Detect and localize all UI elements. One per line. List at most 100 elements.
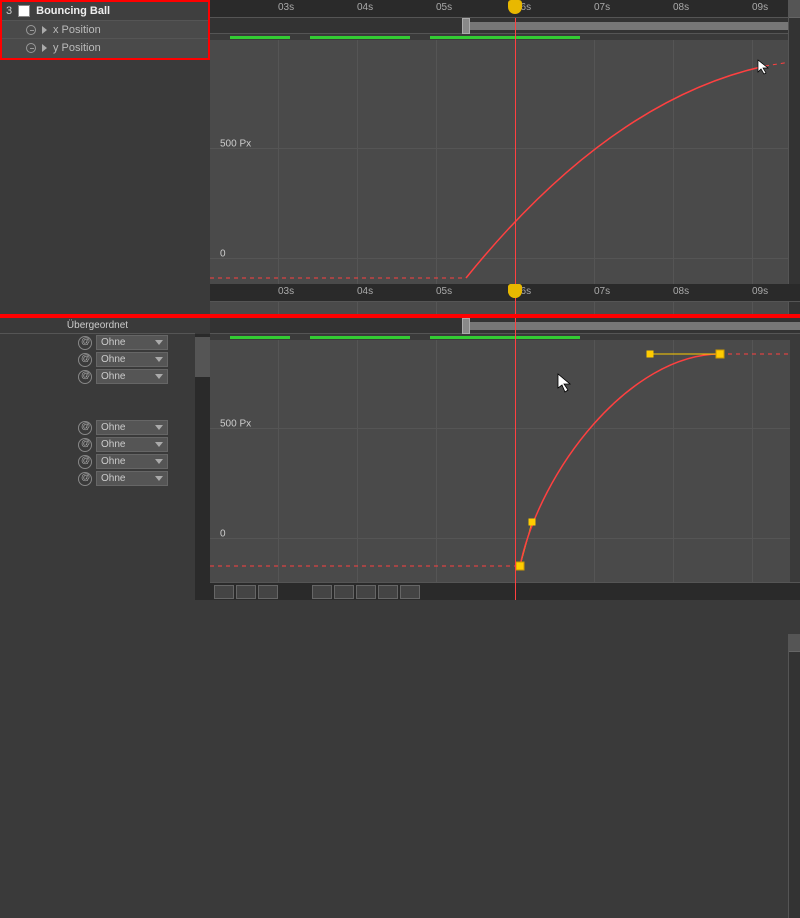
- time-ruler-bottom[interactable]: 03s 04s 05s 06s 07s 08s 09s: [210, 284, 788, 302]
- layer-name[interactable]: Bouncing Ball: [36, 5, 110, 17]
- cache-segment: [230, 36, 290, 39]
- cache-segment: [430, 336, 580, 339]
- dropdown-value: Ohne: [101, 473, 125, 484]
- bezier-handle[interactable]: [529, 519, 536, 526]
- property-label: x Position: [53, 24, 101, 36]
- toolbar-button[interactable]: [236, 585, 256, 599]
- parent-row: Ohne: [0, 368, 195, 385]
- cache-segment: [430, 36, 580, 39]
- work-area-span[interactable]: [470, 322, 800, 330]
- scrollbar-thumb[interactable]: [195, 337, 210, 377]
- right-gutter: [788, 0, 800, 316]
- chevron-down-icon: [155, 340, 163, 345]
- pickwhip-icon[interactable]: [78, 472, 92, 486]
- panel-divider-highlight: [0, 314, 800, 318]
- parent-dropdown[interactable]: Ohne: [96, 420, 168, 435]
- ruler-tick: 08s: [673, 286, 689, 297]
- property-row-x[interactable]: x Position: [2, 20, 208, 38]
- parent-dropdown[interactable]: Ohne: [96, 335, 168, 350]
- parent-row: Ohne: [0, 453, 195, 470]
- chevron-down-icon: [155, 442, 163, 447]
- dropdown-value: Ohne: [101, 354, 125, 365]
- cache-segment: [310, 36, 410, 39]
- ruler-tick: 09s: [752, 2, 768, 13]
- playhead-indicator[interactable]: [508, 0, 522, 14]
- ruler-tick: 08s: [673, 2, 689, 13]
- expand-arrow-icon[interactable]: [42, 26, 47, 34]
- parent-column: Übergeordnet Ohne Ohne Ohne Ohne Ohne Oh…: [0, 318, 195, 600]
- gutter-cap: [789, 0, 800, 18]
- ruler-tick: 05s: [436, 2, 452, 13]
- pickwhip-icon[interactable]: [78, 421, 92, 435]
- layer-list-highlight: 3 Bouncing Ball x Position y Position: [0, 0, 210, 60]
- chevron-down-icon: [155, 459, 163, 464]
- stopwatch-icon[interactable]: [26, 25, 36, 35]
- expand-arrow-icon[interactable]: [42, 44, 47, 52]
- chevron-down-icon: [155, 357, 163, 362]
- pickwhip-icon[interactable]: [78, 353, 92, 367]
- toolbar-button[interactable]: [258, 585, 278, 599]
- work-area-bar[interactable]: [210, 318, 800, 334]
- parent-dropdown[interactable]: Ohne: [96, 369, 168, 384]
- toolbar-button[interactable]: [334, 585, 354, 599]
- time-ruler[interactable]: 03s 04s 05s 06s 07s 08s 09s: [210, 0, 800, 18]
- bottom-graph-editor[interactable]: 03s 04s 05s 06s 07s 08s 09s 5: [210, 318, 800, 600]
- toolbar-button[interactable]: [378, 585, 398, 599]
- dropdown-value: Ohne: [101, 456, 125, 467]
- toolbar-button[interactable]: [214, 585, 234, 599]
- ruler-tick: 09s: [752, 286, 768, 297]
- ruler-tick: 07s: [594, 286, 610, 297]
- work-area-span[interactable]: [470, 22, 800, 30]
- layer-color-swatch[interactable]: [18, 5, 30, 17]
- parent-dropdown[interactable]: Ohne: [96, 352, 168, 367]
- parent-dropdown[interactable]: Ohne: [96, 471, 168, 486]
- playhead-line: [515, 300, 516, 600]
- toolbar-button[interactable]: [312, 585, 332, 599]
- ruler-tick: 04s: [357, 286, 373, 297]
- work-area-bar[interactable]: [210, 18, 800, 34]
- ruler-tick: 03s: [278, 286, 294, 297]
- ruler-tick: 07s: [594, 2, 610, 13]
- parent-row: Ohne: [0, 419, 195, 436]
- ruler-tick: 04s: [357, 2, 373, 13]
- work-area-start-handle[interactable]: [462, 318, 470, 334]
- top-graph-editor[interactable]: 03s 04s 05s 06s 07s 08s 09s 500 Px: [210, 0, 800, 316]
- chevron-down-icon: [155, 374, 163, 379]
- keyframe-marker[interactable]: [516, 562, 525, 571]
- cache-segment: [230, 336, 290, 339]
- value-graph-top[interactable]: 500 Px 0: [210, 40, 790, 316]
- toolbar-button[interactable]: [356, 585, 376, 599]
- graph-editor-toolbar: [210, 582, 800, 600]
- chevron-down-icon: [155, 476, 163, 481]
- pickwhip-icon[interactable]: [78, 370, 92, 384]
- parent-row: Ohne: [0, 436, 195, 453]
- layer-header-row[interactable]: 3 Bouncing Ball: [2, 2, 208, 20]
- stopwatch-icon[interactable]: [26, 43, 36, 53]
- parent-dropdown[interactable]: Ohne: [96, 437, 168, 452]
- property-row-y[interactable]: y Position: [2, 38, 208, 56]
- parent-row: Ohne: [0, 334, 195, 351]
- parent-dropdown[interactable]: Ohne: [96, 454, 168, 469]
- toolbar-button[interactable]: [400, 585, 420, 599]
- keyframe-marker[interactable]: [716, 350, 725, 359]
- playhead-indicator[interactable]: [508, 284, 522, 298]
- chevron-down-icon: [155, 425, 163, 430]
- ruler-tick: 05s: [436, 286, 452, 297]
- vertical-scrollbar[interactable]: [195, 334, 210, 600]
- parent-row: Ohne: [0, 351, 195, 368]
- cache-segment: [310, 336, 410, 339]
- value-graph-bottom[interactable]: 500 Px 0: [210, 340, 790, 582]
- curve-svg-top: [210, 40, 790, 316]
- dropdown-value: Ohne: [101, 422, 125, 433]
- right-gutter: [788, 634, 800, 918]
- ruler-tick: 03s: [278, 2, 294, 13]
- bezier-handle[interactable]: [647, 351, 654, 358]
- work-area-start-handle[interactable]: [462, 18, 470, 34]
- pickwhip-icon[interactable]: [78, 336, 92, 350]
- layer-index: 3: [6, 5, 12, 17]
- parent-column-header: Übergeordnet: [0, 318, 195, 334]
- parent-row: Ohne: [0, 470, 195, 487]
- pickwhip-icon[interactable]: [78, 438, 92, 452]
- dropdown-value: Ohne: [101, 439, 125, 450]
- pickwhip-icon[interactable]: [78, 455, 92, 469]
